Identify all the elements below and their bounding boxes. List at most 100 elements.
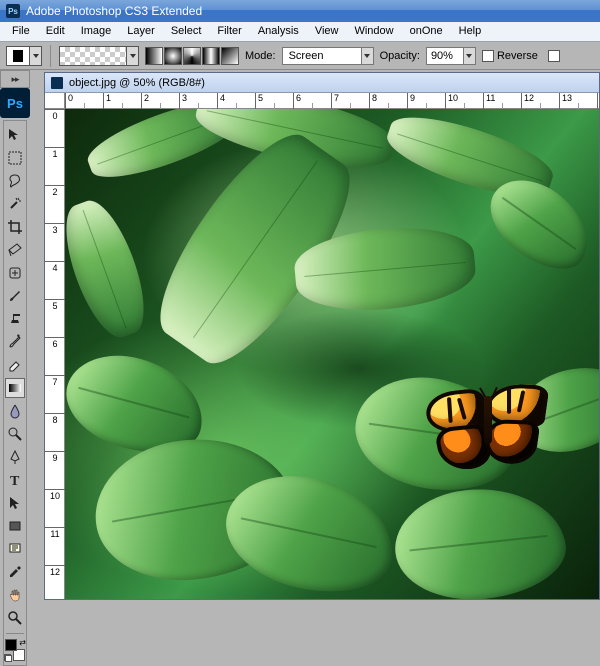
menu-select[interactable]: Select xyxy=(163,22,210,41)
ruler-mark: 13 xyxy=(559,93,597,109)
reverse-checkbox[interactable] xyxy=(482,50,494,62)
ruler-origin[interactable] xyxy=(45,93,65,109)
tools-panel: T ⇄ xyxy=(3,120,27,666)
ruler-mark: 11 xyxy=(483,93,521,109)
menu-help[interactable]: Help xyxy=(451,22,490,41)
history-brush-tool[interactable] xyxy=(5,332,25,352)
menu-filter[interactable]: Filter xyxy=(209,22,249,41)
canvas-image xyxy=(430,384,550,474)
mode-select-arrow[interactable] xyxy=(362,47,374,65)
menu-layer[interactable]: Layer xyxy=(119,22,163,41)
swap-colors-icon[interactable]: ⇄ xyxy=(19,638,26,647)
dither-checkbox[interactable] xyxy=(548,50,560,62)
ruler-mark: 7 xyxy=(45,375,65,413)
rectangle-shape-tool[interactable] xyxy=(5,516,25,536)
path-select-tool[interactable] xyxy=(5,493,25,513)
mode-value: Screen xyxy=(289,50,324,62)
mode-label: Mode: xyxy=(245,50,276,62)
slice-tool[interactable] xyxy=(5,240,25,260)
opacity-arrow[interactable] xyxy=(464,47,476,65)
eraser-tool[interactable] xyxy=(5,355,25,375)
foreground-color-swatch[interactable] xyxy=(5,639,17,651)
blur-tool[interactable] xyxy=(5,401,25,421)
svg-text:T: T xyxy=(10,474,20,488)
tool-preset-dropdown[interactable] xyxy=(30,46,42,66)
angle-gradient-button[interactable] xyxy=(183,47,201,65)
hand-tool[interactable] xyxy=(5,585,25,605)
brush-tool[interactable] xyxy=(5,286,25,306)
app-title: Adobe Photoshop CS3 Extended xyxy=(26,4,202,18)
menu-file[interactable]: File xyxy=(4,22,38,41)
color-swatches[interactable]: ⇄ xyxy=(5,639,25,661)
chevron-down-icon xyxy=(33,54,39,58)
dock-toggle[interactable]: ▸▸ xyxy=(0,70,30,88)
clone-stamp-tool[interactable] xyxy=(5,309,25,329)
menu-window[interactable]: Window xyxy=(346,22,401,41)
ruler-vertical[interactable]: 0123456789101112 xyxy=(45,109,65,599)
canvas[interactable] xyxy=(65,109,599,599)
ruler-mark: 3 xyxy=(179,93,217,109)
mode-select[interactable]: Screen xyxy=(282,47,362,65)
ruler-horizontal[interactable]: 01234567891011121314 xyxy=(65,93,599,109)
ps-app-tile[interactable]: Ps xyxy=(0,88,30,118)
ruler-mark: 4 xyxy=(45,261,65,299)
pen-tool[interactable] xyxy=(5,447,25,467)
diamond-gradient-button[interactable] xyxy=(221,47,239,65)
reflected-gradient-button[interactable] xyxy=(202,47,220,65)
linear-gradient-button[interactable] xyxy=(145,47,163,65)
crop-tool[interactable] xyxy=(5,217,25,237)
double-chevron-icon: ▸▸ xyxy=(11,74,18,85)
ruler-mark: 7 xyxy=(331,93,369,109)
chevron-down-icon xyxy=(130,54,136,58)
ruler-mark: 8 xyxy=(45,413,65,451)
document-title: object.jpg @ 50% (RGB/8#) xyxy=(69,77,205,89)
ruler-mark: 10 xyxy=(445,93,483,109)
gradient-swatch[interactable] xyxy=(59,46,127,66)
menu-image[interactable]: Image xyxy=(73,22,120,41)
gradient-types xyxy=(145,47,239,65)
gradient-dropdown[interactable] xyxy=(127,46,139,66)
separator xyxy=(6,633,24,634)
radial-gradient-button[interactable] xyxy=(164,47,182,65)
menu-edit[interactable]: Edit xyxy=(38,22,73,41)
zoom-tool[interactable] xyxy=(5,608,25,628)
type-tool[interactable]: T xyxy=(5,470,25,490)
gradient-tool[interactable] xyxy=(5,378,25,398)
ruler-mark: 2 xyxy=(45,185,65,223)
magic-wand-tool[interactable] xyxy=(5,194,25,214)
healing-brush-tool[interactable] xyxy=(5,263,25,283)
opacity-input[interactable]: 90% xyxy=(426,47,464,65)
ruler-mark: 4 xyxy=(217,93,255,109)
chevron-down-icon xyxy=(466,54,472,58)
reverse-label: Reverse xyxy=(497,50,538,62)
chevron-down-icon xyxy=(364,54,370,58)
dodge-tool[interactable] xyxy=(5,424,25,444)
ruler-mark: 12 xyxy=(521,93,559,109)
notes-tool[interactable] xyxy=(5,539,25,559)
ruler-mark: 12 xyxy=(45,565,65,603)
lasso-tool[interactable] xyxy=(5,171,25,191)
title-bar: Ps Adobe Photoshop CS3 Extended xyxy=(0,0,600,22)
document-icon xyxy=(51,77,63,89)
ruler-mark: 3 xyxy=(45,223,65,261)
eyedropper-tool[interactable] xyxy=(5,562,25,582)
ruler-mark: 8 xyxy=(369,93,407,109)
ruler-mark: 9 xyxy=(45,451,65,489)
move-tool[interactable] xyxy=(5,125,25,145)
menu-analysis[interactable]: Analysis xyxy=(250,22,307,41)
ruler-mark: 11 xyxy=(45,527,65,565)
ruler-mark: 10 xyxy=(45,489,65,527)
document-window: object.jpg @ 50% (RGB/8#) 01234567891011… xyxy=(44,72,600,600)
ruler-mark: 2 xyxy=(141,93,179,109)
default-colors-icon[interactable] xyxy=(4,654,12,662)
tool-preset-swatch[interactable] xyxy=(6,46,30,66)
document-title-bar[interactable]: object.jpg @ 50% (RGB/8#) xyxy=(45,73,599,93)
ruler-mark: 9 xyxy=(407,93,445,109)
marquee-tool[interactable] xyxy=(5,148,25,168)
ruler-mark: 0 xyxy=(65,93,103,109)
menu-onone[interactable]: onOne xyxy=(402,22,451,41)
ruler-mark: 5 xyxy=(45,299,65,337)
ruler-mark: 1 xyxy=(45,147,65,185)
ruler-mark: 5 xyxy=(255,93,293,109)
menu-view[interactable]: View xyxy=(307,22,347,41)
